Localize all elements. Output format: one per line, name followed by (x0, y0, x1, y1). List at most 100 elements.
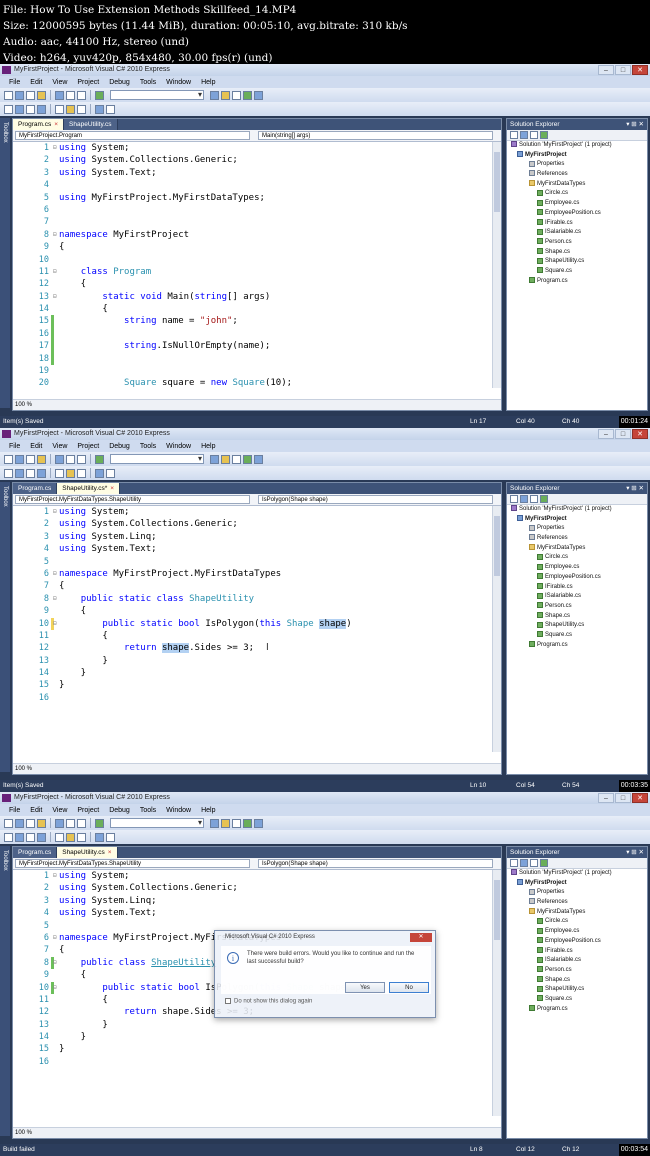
close-button[interactable]: ✕ (632, 793, 648, 803)
toolbar-button-icon[interactable] (77, 818, 86, 828)
find-combo[interactable] (110, 90, 204, 100)
dont-show-checkbox[interactable]: Do not show this dialog again (225, 998, 312, 1005)
toolbar-button-icon[interactable] (232, 818, 241, 828)
minimize-button[interactable]: – (598, 429, 614, 439)
tree-item[interactable]: Shape.cs (507, 611, 647, 622)
toolbar-button-icon[interactable] (243, 818, 252, 828)
explorer-tool-icon[interactable] (510, 495, 518, 503)
close-tab-icon[interactable]: × (110, 485, 114, 492)
toolbar-button-icon[interactable] (95, 454, 104, 464)
menu-edit[interactable]: Edit (25, 807, 47, 814)
toolbar-button-icon[interactable] (66, 832, 75, 842)
toolbar-button-icon[interactable] (15, 454, 24, 464)
explorer-tool-icon[interactable] (540, 131, 548, 139)
tree-item[interactable]: Program.cs (507, 277, 647, 287)
toolbar-button-icon[interactable] (254, 454, 263, 464)
tree-item[interactable]: Employee.cs (507, 563, 647, 573)
tab-program-cs[interactable]: Program.cs (13, 483, 58, 494)
menu-project[interactable]: Project (72, 807, 104, 814)
tab-program-cs[interactable]: Program.cs (13, 847, 58, 858)
menu-file[interactable]: File (4, 79, 25, 86)
toolbar-button-icon[interactable] (37, 832, 46, 842)
code-area[interactable]: 1 ⊟ using System; 2 using System.Collections… (13, 506, 491, 752)
menu-file[interactable]: File (4, 807, 25, 814)
tree-item[interactable]: ISalariable.cs (507, 228, 647, 238)
tree-item[interactable]: Program.cs (507, 1005, 647, 1015)
toolbar-button-icon[interactable] (77, 468, 86, 478)
explorer-tool-icon[interactable] (510, 859, 518, 867)
tree-item[interactable]: Circle.cs (507, 189, 647, 199)
toolbar-button-icon[interactable] (4, 468, 13, 478)
close-tab-icon[interactable]: × (54, 121, 58, 128)
minimize-button[interactable]: – (598, 793, 614, 803)
toolbar-button-icon[interactable] (106, 468, 115, 478)
tree-item[interactable]: ISalariable.cs (507, 956, 647, 966)
toolbar-button-icon[interactable] (37, 104, 46, 114)
toolbar-button-icon[interactable] (26, 104, 35, 114)
tree-item[interactable]: Employee.cs (507, 927, 647, 937)
pin-icon[interactable]: ▾ ⊞ ✕ (626, 847, 644, 858)
toolbar-button-icon[interactable] (232, 90, 241, 100)
toolbox-tab[interactable]: Toolbox (0, 482, 10, 772)
explorer-tool-icon[interactable] (530, 859, 538, 867)
toolbar-button-icon[interactable] (95, 468, 104, 478)
toolbar-button-icon[interactable] (95, 832, 104, 842)
close-tab-icon[interactable]: × (108, 849, 112, 856)
toolbar-button-icon[interactable] (77, 832, 86, 842)
tree-item[interactable]: MyFirstProject (507, 515, 647, 525)
menu-window[interactable]: Window (161, 807, 196, 814)
maximize-button[interactable]: □ (615, 65, 631, 75)
menu-window[interactable]: Window (161, 79, 196, 86)
toolbar-button-icon[interactable] (66, 818, 75, 828)
find-combo[interactable] (110, 818, 204, 828)
toolbar-button-icon[interactable] (26, 454, 35, 464)
toolbar-button-icon[interactable] (221, 818, 230, 828)
tree-item[interactable]: Shape.cs (507, 247, 647, 258)
toolbox-tab[interactable]: Toolbox (0, 118, 10, 408)
type-dropdown[interactable]: MyFirstProject.MyFirstDataTypes.ShapeUti… (15, 495, 250, 504)
toolbar-button-icon[interactable] (106, 104, 115, 114)
explorer-tool-icon[interactable] (540, 495, 548, 503)
tree-item[interactable]: Person.cs (507, 966, 647, 976)
code-area[interactable]: 1 ⊟ using System; 2 using System.Collections… (13, 142, 491, 388)
toolbar-button-icon[interactable] (4, 90, 13, 100)
menu-help[interactable]: Help (196, 79, 220, 86)
toolbar-button-icon[interactable] (26, 90, 35, 100)
menu-view[interactable]: View (47, 443, 72, 450)
toolbar-button-icon[interactable] (77, 454, 86, 464)
tree-item[interactable]: Program.cs (507, 641, 647, 651)
explorer-tool-icon[interactable] (520, 859, 528, 867)
toolbar-button-icon[interactable] (15, 832, 24, 842)
menu-edit[interactable]: Edit (25, 443, 47, 450)
close-button[interactable]: ✕ (632, 429, 648, 439)
toolbar-button-icon[interactable] (106, 832, 115, 842)
tree-item[interactable]: Person.cs (507, 602, 647, 612)
tree-item[interactable]: IFirable.cs (507, 218, 647, 229)
toolbar-button-icon[interactable] (15, 818, 24, 828)
menu-view[interactable]: View (47, 79, 72, 86)
toolbar-button-icon[interactable] (55, 818, 64, 828)
tree-item[interactable]: Square.cs (507, 267, 647, 277)
scroll-thumb[interactable] (494, 880, 500, 940)
zoom-level[interactable]: 100 % (13, 763, 501, 774)
dialog-close-button[interactable]: ✕ (410, 933, 432, 942)
toolbar-button-icon[interactable] (37, 818, 46, 828)
toolbar-button-icon[interactable] (95, 90, 104, 100)
toolbar-button-icon[interactable] (254, 90, 263, 100)
tree-item[interactable]: Solution 'MyFirstProject' (1 project) (507, 505, 647, 515)
tree-item[interactable]: ShapeUtility.cs (507, 985, 647, 995)
toolbar-button-icon[interactable] (221, 454, 230, 464)
menu-edit[interactable]: Edit (25, 79, 47, 86)
tree-item[interactable]: IFirable.cs (507, 946, 647, 957)
no-button[interactable]: No (389, 982, 429, 993)
tree-item[interactable]: Solution 'MyFirstProject' (1 project) (507, 869, 647, 879)
toolbar-button-icon[interactable] (4, 104, 13, 114)
tree-item[interactable]: Person.cs (507, 238, 647, 248)
explorer-tool-icon[interactable] (520, 495, 528, 503)
maximize-button[interactable]: □ (615, 429, 631, 439)
toolbox-tab[interactable]: Toolbox (0, 846, 10, 1136)
type-dropdown[interactable]: MyFirstProject.Program (15, 131, 250, 140)
toolbar-button-icon[interactable] (243, 90, 252, 100)
maximize-button[interactable]: □ (615, 793, 631, 803)
toolbar-button-icon[interactable] (26, 818, 35, 828)
